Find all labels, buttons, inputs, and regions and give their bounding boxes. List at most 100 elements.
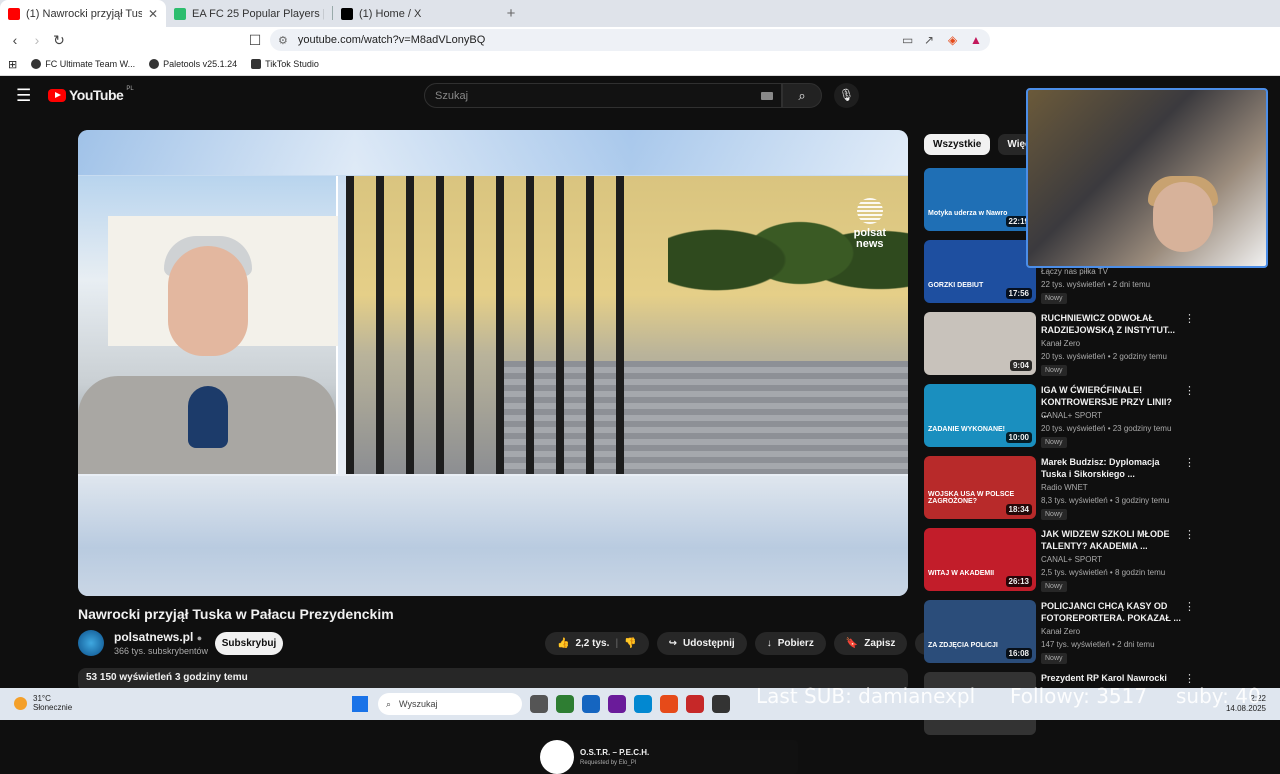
subscriber-count: 366 tys. subskrybentów	[114, 646, 209, 656]
like-button[interactable]: 👍 2,2 tys. | 👎	[545, 632, 649, 655]
video-player[interactable]: polsat news	[78, 130, 908, 596]
recommendation-title[interactable]: RUCHNIEWICZ ODWOŁAŁ RADZIEJOWSKĄ Z INSTY…	[1041, 312, 1181, 336]
video-thumbnail[interactable]: WITAJ W AKADEMII 26:13	[924, 528, 1036, 591]
recommendation-item[interactable]: 9:04 RUCHNIEWICZ ODWOŁAŁ RADZIEJOWSKĄ Z I…	[924, 312, 1274, 378]
chip-all[interactable]: Wszystkie	[924, 134, 991, 155]
weather-widget[interactable]: 31°C Słonecznie	[14, 694, 72, 712]
more-vertical-icon[interactable]: ⋮	[1184, 528, 1195, 541]
watermark-line: news	[856, 238, 884, 250]
bookmark-item[interactable]: TikTok Studio	[251, 59, 319, 69]
recommendation-item[interactable]: ZA ZDJĘCIA POLICJI 16:08 POLICJANCI CHCĄ K…	[924, 600, 1274, 666]
video-thumbnail[interactable]: Motyka uderza w Nawro 22:19	[924, 168, 1036, 231]
download-button[interactable]: ↓ Pobierz	[754, 632, 826, 655]
reload-icon[interactable]: ↻	[48, 32, 70, 49]
task-view-icon[interactable]	[530, 695, 548, 713]
video-reporter-frame	[78, 176, 338, 474]
thumbnail-caption: WOJSKA USA W POLSCE ZAGROŻONE?	[928, 491, 1015, 505]
brave-icon[interactable]	[660, 695, 678, 713]
more-vertical-icon[interactable]: ⋮	[1184, 456, 1195, 469]
recommendation-title[interactable]: POLICJANCI CHCĄ KASY OD FOTOREPORTERA. P…	[1041, 600, 1181, 624]
video-duration: 10:00	[1005, 432, 1032, 443]
share-icon[interactable]: ↗	[924, 33, 934, 47]
more-vertical-icon[interactable]: ⋮	[1184, 600, 1195, 613]
new-badge: Nowy	[1041, 653, 1067, 664]
video-thumbnail[interactable]: ZADANIE WYKONANE! 10:00	[924, 384, 1036, 447]
apps-grid-icon[interactable]: ⊞	[8, 58, 17, 71]
taskbar-search-placeholder: Wyszukaj	[399, 699, 438, 709]
tab-title: (1) Nawrocki przyjął Tuska w	[26, 7, 142, 20]
recommendation-channel[interactable]: CANAL+ SPORT	[1041, 411, 1102, 420]
bookmark-favicon-icon	[149, 59, 160, 69]
share-button[interactable]: ↪ Udostępnij	[656, 632, 747, 655]
forward-icon[interactable]: ›	[26, 32, 48, 48]
cast-icon[interactable]: ▭	[902, 33, 913, 47]
thumbs-down-icon[interactable]: 👎	[624, 638, 636, 649]
more-vertical-icon[interactable]: ⋮	[1184, 312, 1195, 325]
edge-icon[interactable]	[634, 695, 652, 713]
video-duration: 18:34	[1005, 504, 1032, 515]
tab-title: (1) Home / X	[359, 7, 422, 20]
back-icon[interactable]: ‹	[4, 32, 26, 48]
like-divider: |	[615, 638, 619, 649]
channel-name[interactable]: polsatnews.pl ●	[114, 630, 208, 644]
more-vertical-icon[interactable]: ⋮	[1184, 384, 1195, 397]
search-input[interactable]: Szukaj	[424, 83, 782, 108]
video-duration: 17:56	[1005, 288, 1032, 299]
channel-info: polsatnews.pl ● 366 tys. subskrybentów	[78, 630, 208, 656]
recommendation-item[interactable]: WITAJ W AKADEMII 26:13 JAK WIDZEW SZKOLI M…	[924, 528, 1274, 594]
app-icon[interactable]	[712, 695, 730, 713]
recommendation-channel[interactable]: Kanał Zero	[1041, 627, 1080, 636]
youtube-play-icon	[48, 88, 66, 102]
video-thumbnail[interactable]: ZA ZDJĘCIA POLICJI 16:08	[924, 600, 1036, 663]
tiktok-icon	[251, 59, 262, 69]
xbox-icon[interactable]	[556, 695, 574, 713]
keyboard-icon[interactable]	[761, 92, 773, 100]
recommendation-channel[interactable]: Radio WNET	[1041, 483, 1088, 492]
site-info-icon[interactable]: ⚙	[278, 34, 288, 47]
new-badge: Nowy	[1041, 581, 1067, 592]
bookmark-icon[interactable]: ☐	[244, 32, 266, 49]
app-icon[interactable]	[608, 695, 626, 713]
vscode-icon[interactable]	[582, 695, 600, 713]
new-tab-button[interactable]: +	[499, 5, 523, 22]
tab-youtube[interactable]: (1) Nawrocki przyjął Tuska w ✕	[0, 0, 166, 27]
tab-x[interactable]: (1) Home / X	[333, 0, 499, 27]
windows-start-icon[interactable]	[352, 696, 368, 712]
voice-search-button[interactable]: 🎙	[834, 83, 859, 108]
taskbar-apps	[530, 695, 730, 713]
video-gate-frame: polsat news	[346, 176, 908, 474]
video-thumbnail[interactable]: GORZKI DEBIUT 17:56	[924, 240, 1036, 303]
now-playing-widget: O.S.T.R. – P.E.C.H. Requested by Elo_Pl	[540, 740, 798, 774]
recommendation-title[interactable]: Prezydent RP Karol Nawrocki	[1041, 672, 1181, 684]
url-field[interactable]: ⚙ youtube.com/watch?v=M8adVLonyBQ	[270, 29, 990, 51]
recommendation-channel[interactable]: Kanał Zero	[1041, 339, 1080, 348]
search-icon: ⌕	[386, 698, 392, 709]
video-thumbnail[interactable]: WOJSKA USA W POLSCE ZAGROŻONE? 18:34	[924, 456, 1036, 519]
save-button[interactable]: 🔖 Zapisz	[833, 632, 908, 655]
tab-futbin[interactable]: EA FC 25 Popular Players | FUTBIN	[166, 0, 332, 27]
recommendation-channel[interactable]: CANAL+ SPORT	[1041, 555, 1102, 564]
brave-shield-icon[interactable]: ◈	[948, 33, 957, 47]
rewards-icon[interactable]: ▲	[970, 33, 982, 47]
close-tab-icon[interactable]: ✕	[148, 7, 158, 21]
youtube-logo[interactable]: YouTube PL	[48, 86, 134, 103]
search-button[interactable]: ⌕	[782, 83, 822, 108]
bookmark-item[interactable]: FC Ultimate Team W...	[31, 59, 135, 69]
recommendation-item[interactable]: ZADANIE WYKONANE! 10:00 IGA W ĆWIERĆFINALE…	[924, 384, 1274, 450]
share-label: Udostępnij	[683, 638, 735, 649]
webcam-overlay	[1026, 88, 1268, 268]
subscribe-button[interactable]: Subskrybuj	[215, 632, 283, 655]
reporter	[78, 236, 336, 474]
hamburger-menu-icon[interactable]: ☰	[16, 86, 31, 106]
reporter-head	[168, 246, 248, 356]
recommendation-channel[interactable]: Łączy nas piłka TV	[1041, 267, 1108, 276]
search-placeholder: Szukaj	[435, 89, 469, 102]
bookmark-item[interactable]: Paletools v25.1.24	[149, 59, 237, 69]
taskbar-search-input[interactable]: ⌕ Wyszukaj	[378, 693, 522, 715]
video-thumbnail[interactable]: 9:04	[924, 312, 1036, 375]
recommendation-title[interactable]: JAK WIDZEW SZKOLI MŁODE TALENTY? AKADEMI…	[1041, 528, 1181, 552]
channel-avatar[interactable]	[78, 630, 104, 656]
recommendation-title[interactable]: Marek Budzisz: Dyplomacja Tuska i Sikors…	[1041, 456, 1181, 480]
app-icon[interactable]	[686, 695, 704, 713]
recommendation-item[interactable]: WOJSKA USA W POLSCE ZAGROŻONE? 18:34 Marek…	[924, 456, 1274, 522]
